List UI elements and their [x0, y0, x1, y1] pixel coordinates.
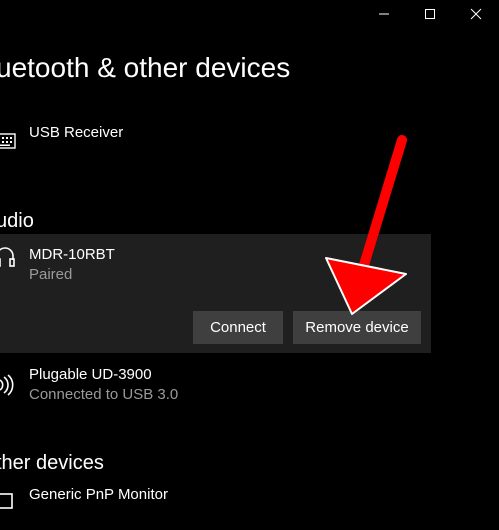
maximize-button[interactable]	[407, 0, 453, 28]
page-title: uetooth & other devices	[0, 52, 291, 83]
headphones-icon	[0, 247, 15, 267]
device-status: Connected to USB 3.0	[29, 386, 179, 403]
section-heading-other-devices: ther devices	[0, 452, 104, 474]
device-name: MDR-10RBT	[29, 246, 115, 263]
device-item-usb-receiver[interactable]: USB Receiver	[0, 124, 430, 168]
keyboard-icon	[0, 133, 16, 149]
device-status: Paired	[29, 266, 73, 283]
device-name: USB Receiver	[29, 124, 124, 141]
device-name: Generic PnP Monitor	[29, 486, 168, 503]
device-item-generic-pnp-monitor[interactable]: Generic PnP Monitor	[0, 486, 430, 530]
speaker-icon	[0, 374, 14, 396]
remove-device-button[interactable]: Remove device	[293, 311, 421, 344]
minimize-button[interactable]	[361, 0, 407, 28]
connect-button[interactable]: Connect	[193, 311, 283, 344]
section-heading-audio: udio	[0, 210, 34, 232]
device-item-mdr-10rbt-selected[interactable]: MDR-10RBT Paired Connect Remove device	[0, 234, 431, 353]
monitor-icon	[0, 493, 13, 509]
close-icon	[470, 8, 482, 20]
maximize-icon	[425, 9, 435, 19]
device-item-plugable-ud-3900[interactable]: Plugable UD-3900 Connected to USB 3.0	[0, 366, 430, 410]
close-button[interactable]	[453, 0, 499, 28]
device-name: Plugable UD-3900	[29, 366, 152, 383]
window-controls	[361, 0, 499, 28]
minimize-icon	[379, 13, 389, 15]
